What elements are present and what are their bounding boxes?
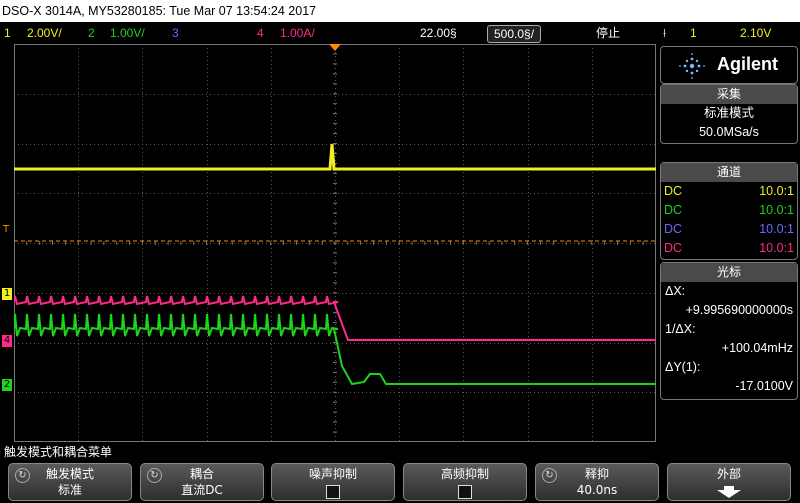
ch1-row: DC 10.0:1 (661, 182, 797, 201)
delta-x-value: +9.995690000000s (685, 303, 793, 317)
softkey-label: 噪声抑制 (308, 467, 357, 481)
ch1-ground-marker[interactable]: 1 (2, 288, 12, 300)
ch4-coupling: DC (664, 241, 683, 255)
softkey-trigger-mode[interactable]: ↻ 触发模式 标准 (8, 463, 132, 501)
delta-x-label: ΔX: (665, 284, 686, 298)
ch3-coupling: DC (664, 222, 683, 236)
run-state[interactable]: 停止 (596, 22, 620, 44)
ch4-probe: 10.0:1 (759, 241, 794, 255)
delta-y-value: -17.0100V (735, 379, 793, 393)
softkey-coupling[interactable]: ↻ 耦合 直流DC (140, 463, 264, 501)
acquisition-header: 采集 (661, 85, 797, 104)
ch4-scale[interactable]: 1.00A/ (280, 22, 315, 44)
menu-title: 触发模式和耦合菜单 (4, 445, 113, 459)
softkey-label: 释抑 (584, 467, 609, 481)
submenu-arrow-icon (717, 486, 741, 498)
softkey-hf-reject[interactable]: 高频抑制 (403, 463, 527, 501)
softkey-value: 40.0ns (576, 483, 618, 497)
softkey-label: 外部 (716, 467, 741, 481)
ch3-probe: 10.0:1 (759, 222, 794, 236)
ch1-coupling: DC (664, 184, 683, 198)
trigger-level-marker[interactable]: T (3, 224, 9, 236)
ch1-scale[interactable]: 2.00V/ (27, 22, 62, 44)
ch2-ground-marker[interactable]: 2 (2, 379, 12, 391)
softkey-label: 高频抑制 (440, 467, 489, 481)
ch1-number[interactable]: 1 (4, 22, 11, 44)
ch3-row: DC 10.0:1 (661, 220, 797, 239)
waveform-display[interactable] (14, 44, 656, 442)
softkey-external[interactable]: 外部 (667, 463, 791, 501)
time-scale[interactable]: 500.0§/ (487, 25, 542, 43)
trigger-source[interactable]: 1 (690, 22, 697, 44)
softkey-value: 标准 (57, 483, 82, 497)
ch4-ground-marker[interactable]: 4 (2, 335, 12, 347)
softkey-noise-reject[interactable]: 噪声抑制 (271, 463, 395, 501)
inverse-delta-x-label: 1/ΔX: (665, 322, 696, 336)
ch4-row: DC 10.0:1 (661, 239, 797, 258)
ch2-scale[interactable]: 1.00V/ (110, 22, 145, 44)
sample-rate: 50.0MSa/s (699, 125, 759, 139)
acquisition-mode: 标准模式 (703, 106, 754, 120)
ch2-coupling: DC (664, 203, 683, 217)
softkey-holdoff[interactable]: ↻ 释抑 40.0ns (535, 463, 659, 501)
softkey-label: 耦合 (189, 467, 214, 481)
brand-box: Agilent (660, 46, 798, 84)
acquisition-box[interactable]: 采集 标准模式 50.0MSa/s (660, 84, 798, 144)
info-panel: Agilent 采集 标准模式 50.0MSa/s 通道 DC 10.0:1 D… (658, 44, 800, 442)
agilent-spark-icon (679, 53, 705, 79)
delta-y-label: ΔY(1): (665, 360, 701, 374)
cursors-box[interactable]: 光标 ΔX: +9.995690000000s 1/ΔX: +100.04mHz… (660, 262, 798, 400)
channels-box[interactable]: 通道 DC 10.0:1 DC 10.0:1 DC 10.0:1 DC 10.0… (660, 162, 798, 260)
ch4-number[interactable]: 4 (257, 22, 264, 44)
channels-header: 通道 (661, 163, 797, 182)
window-title: DSO-X 3014A, MY53280185: Tue Mar 07 13:5… (0, 0, 800, 22)
ch2-number[interactable]: 2 (88, 22, 95, 44)
ch1-probe: 10.0:1 (759, 184, 794, 198)
brand-logo: Agilent (717, 54, 778, 74)
hf-reject-checkbox[interactable] (458, 485, 472, 499)
softkey-bar: ↻ 触发模式 标准 ↻ 耦合 直流DC 噪声抑制 高频抑制 ↻ 释抑 40.0n… (0, 461, 800, 503)
noise-reject-checkbox[interactable] (326, 485, 340, 499)
softkey-value: 直流DC (181, 483, 223, 497)
trigger-level[interactable]: 2.10V (740, 22, 771, 44)
ch2-probe: 10.0:1 (759, 203, 794, 217)
ch3-number[interactable]: 3 (172, 22, 179, 44)
ch2-row: DC 10.0:1 (661, 201, 797, 220)
time-delay[interactable]: 22.00§ (420, 22, 457, 44)
status-bar: 1 2.00V/ 2 1.00V/ 3 4 1.00A/ 22.00§ 500.… (0, 22, 800, 44)
softkey-label: 触发模式 (45, 467, 94, 481)
cursors-header: 光标 (661, 263, 797, 282)
inverse-delta-x-value: +100.04mHz (721, 341, 793, 355)
trigger-edge-icon: ⟊ (663, 26, 667, 40)
